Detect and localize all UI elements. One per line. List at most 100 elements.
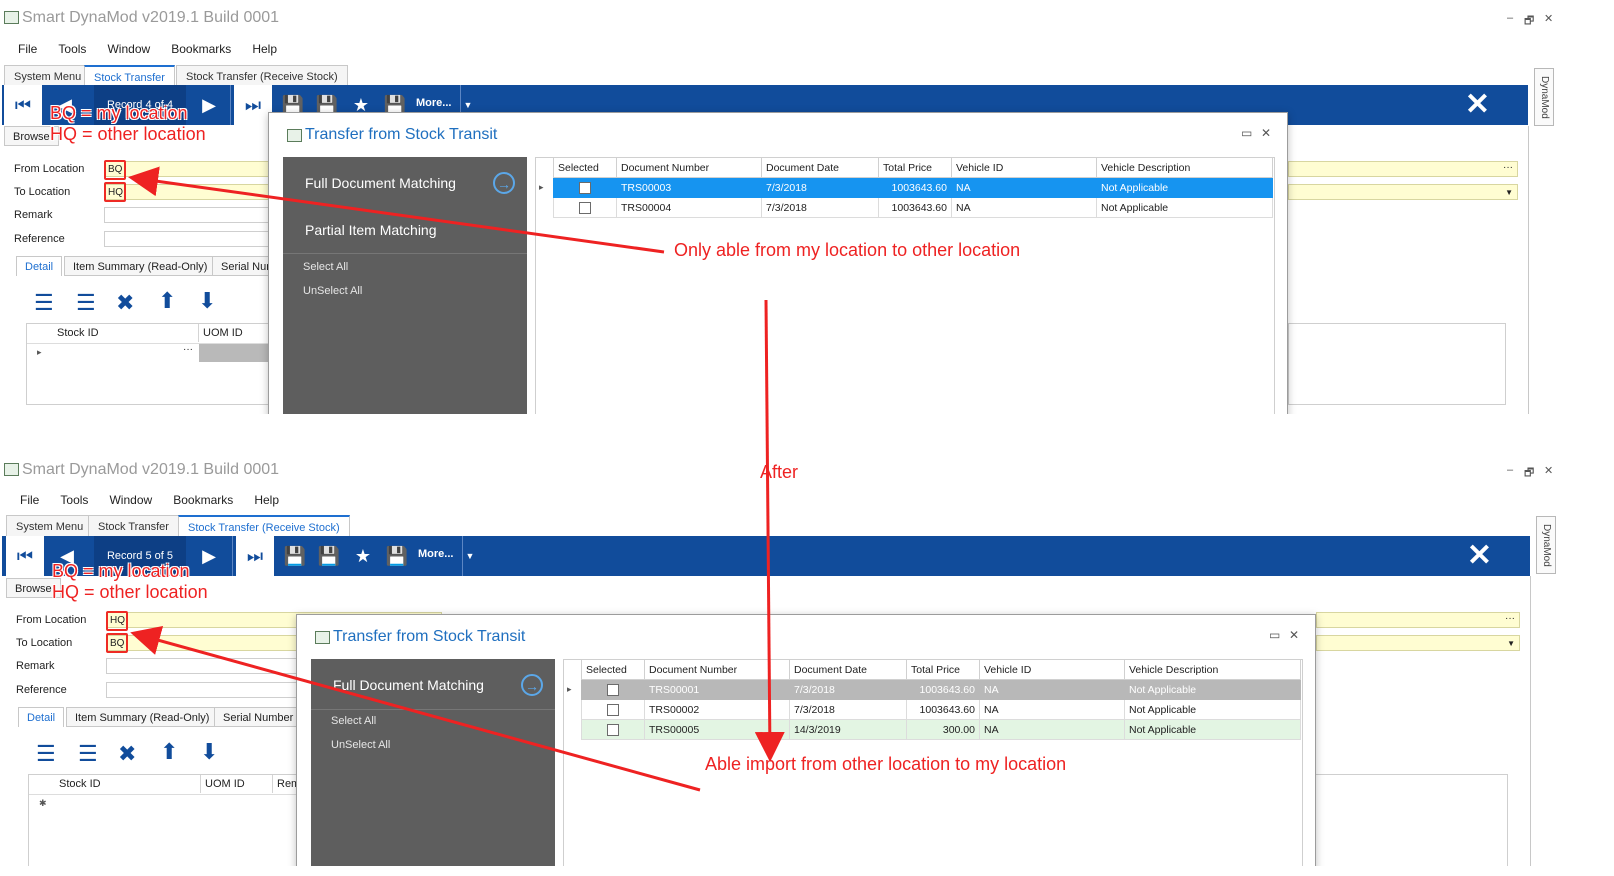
selected-cell[interactable]	[553, 177, 617, 198]
select-checkbox[interactable]	[579, 181, 591, 194]
table-row[interactable]: TRS00002 7/3/2018 1003643.60 NA Not Appl…	[581, 699, 1301, 720]
tab-stock-transfer[interactable]: Stock Transfer	[88, 515, 179, 537]
to-location-label: To Location	[16, 637, 73, 649]
item-grid-row[interactable]: ▸ ···	[27, 343, 269, 362]
menu-tools[interactable]: Tools	[58, 42, 86, 56]
star-icon[interactable]: ★	[344, 536, 382, 576]
add-row-icon[interactable]: ☰	[34, 290, 54, 316]
close-app-button[interactable]: ✕	[1544, 464, 1553, 477]
select-checkbox[interactable]	[607, 723, 619, 736]
selected-cell[interactable]	[581, 719, 645, 740]
right-location-field[interactable]: ···	[1316, 612, 1520, 628]
menu-window[interactable]: Window	[107, 42, 150, 56]
menu-bookmarks[interactable]: Bookmarks	[173, 493, 233, 507]
select-all-link[interactable]: Select All	[303, 261, 348, 273]
tab-stock-transfer[interactable]: Stock Transfer	[84, 65, 175, 87]
stock-id-lookup-icon[interactable]: ···	[183, 344, 193, 355]
right-location-field[interactable]: ···	[1288, 161, 1518, 177]
right-to-location-field[interactable]: ▼	[1316, 635, 1520, 651]
more-button[interactable]: More...	[416, 97, 451, 109]
close-form-icon[interactable]: ✕	[1467, 536, 1492, 576]
menu-help[interactable]: Help	[254, 493, 279, 507]
first-record-button[interactable]: ⏮	[4, 85, 42, 125]
tab-item-summary[interactable]: Item Summary (Read-Only)	[66, 707, 219, 727]
tab-detail[interactable]: Detail	[16, 256, 63, 276]
unselect-all-link[interactable]: UnSelect All	[303, 285, 362, 297]
save-new-icon[interactable]: 💾	[378, 536, 416, 576]
more-button[interactable]: More...	[418, 548, 453, 560]
insert-row-icon[interactable]: ☰	[76, 290, 96, 316]
arrow-right-circle-icon[interactable]: →	[493, 172, 515, 194]
tab-item-summary[interactable]: Item Summary (Read-Only)	[64, 256, 217, 276]
close-app-button[interactable]: ✕	[1544, 12, 1553, 25]
save-icon[interactable]: 💾	[276, 536, 314, 576]
more-dropdown-icon[interactable]: ▼	[462, 536, 477, 576]
to-location-field[interactable]: HQ	[104, 184, 274, 200]
dynamod-side-tab[interactable]: DynaMod	[1534, 68, 1554, 126]
remark-field[interactable]	[106, 658, 306, 674]
move-up-icon[interactable]: ⬆	[158, 288, 176, 314]
item-grid-row[interactable]: ✱	[29, 794, 297, 813]
from-location-field[interactable]: BQ	[104, 161, 274, 177]
dialog-maximize-button[interactable]: ▭	[1269, 628, 1280, 642]
select-checkbox[interactable]	[607, 683, 619, 696]
first-record-button[interactable]: ⏮	[6, 536, 44, 576]
dynamod-side-tab[interactable]: DynaMod	[1536, 516, 1556, 574]
table-row[interactable]: TRS00005 14/3/2019 300.00 NA Not Applica…	[581, 719, 1301, 740]
menu-file[interactable]: File	[18, 42, 37, 56]
save-close-icon[interactable]: 💾	[310, 536, 348, 576]
restore-button[interactable]: 🗗	[1524, 464, 1534, 483]
selected-cell[interactable]	[553, 197, 617, 218]
reference-field[interactable]	[104, 231, 274, 247]
full-document-matching[interactable]: Full Document Matching	[305, 175, 456, 191]
menu-bookmarks[interactable]: Bookmarks	[171, 42, 231, 56]
selected-cell[interactable]	[581, 699, 645, 720]
partial-item-matching[interactable]: Partial Item Matching	[305, 222, 437, 238]
add-row-icon[interactable]: ☰	[36, 741, 56, 767]
last-record-button[interactable]: ⏭	[234, 85, 272, 125]
table-row[interactable]: TRS00004 7/3/2018 1003643.60 NA Not Appl…	[553, 197, 1273, 218]
selected-cell[interactable]	[581, 679, 645, 700]
menu-window[interactable]: Window	[109, 493, 152, 507]
dialog-close-button[interactable]: ✕	[1289, 628, 1299, 642]
next-record-button[interactable]: ▶	[190, 85, 228, 125]
minimize-button[interactable]: –	[1507, 464, 1513, 476]
move-up-icon[interactable]: ⬆	[160, 739, 178, 765]
tab-stock-transfer-receive[interactable]: Stock Transfer (Receive Stock)	[178, 515, 350, 537]
tab-serial-number[interactable]: Serial Number (	[214, 707, 310, 727]
insert-row-icon[interactable]: ☰	[78, 741, 98, 767]
menu-help[interactable]: Help	[252, 42, 277, 56]
next-record-button[interactable]: ▶	[190, 536, 228, 576]
right-to-location-field[interactable]: ▼	[1288, 184, 1518, 200]
table-row[interactable]: TRS00003 7/3/2018 1003643.60 NA Not Appl…	[553, 177, 1273, 198]
restore-button[interactable]: 🗗	[1524, 12, 1534, 31]
full-document-matching[interactable]: Full Document Matching	[333, 677, 484, 693]
remark-field[interactable]	[104, 207, 274, 223]
select-checkbox[interactable]	[607, 703, 619, 716]
delete-row-icon[interactable]: ✖	[116, 290, 134, 316]
table-row[interactable]: TRS00001 7/3/2018 1003643.60 NA Not Appl…	[581, 679, 1301, 700]
uom-cell[interactable]	[199, 344, 269, 362]
unselect-all-link[interactable]: UnSelect All	[331, 739, 390, 751]
toolbar-separator	[232, 536, 233, 576]
toolbar-separator	[230, 85, 231, 125]
move-down-icon[interactable]: ⬇	[198, 288, 216, 314]
close-form-icon[interactable]: ✕	[1465, 85, 1490, 125]
tab-system-menu[interactable]: System Menu	[6, 515, 94, 537]
menu-tools[interactable]: Tools	[60, 493, 88, 507]
minimize-button[interactable]: –	[1507, 12, 1513, 24]
dialog-close-button[interactable]: ✕	[1261, 126, 1271, 140]
tab-detail[interactable]: Detail	[18, 707, 65, 727]
tab-system-menu[interactable]: System Menu	[4, 65, 92, 87]
dialog-maximize-button[interactable]: ▭	[1241, 126, 1252, 140]
move-down-icon[interactable]: ⬇	[200, 739, 218, 765]
arrow-right-circle-icon[interactable]: →	[521, 674, 543, 696]
reference-field[interactable]	[106, 682, 306, 698]
menu-file[interactable]: File	[20, 493, 39, 507]
select-checkbox[interactable]	[579, 201, 591, 214]
delete-row-icon[interactable]: ✖	[118, 741, 136, 767]
arrow-annotation: Only able from my location to other loca…	[674, 240, 1021, 260]
last-record-button[interactable]: ⏭	[236, 536, 274, 576]
tab-stock-transfer-receive[interactable]: Stock Transfer (Receive Stock)	[176, 65, 348, 87]
select-all-link[interactable]: Select All	[331, 715, 376, 727]
